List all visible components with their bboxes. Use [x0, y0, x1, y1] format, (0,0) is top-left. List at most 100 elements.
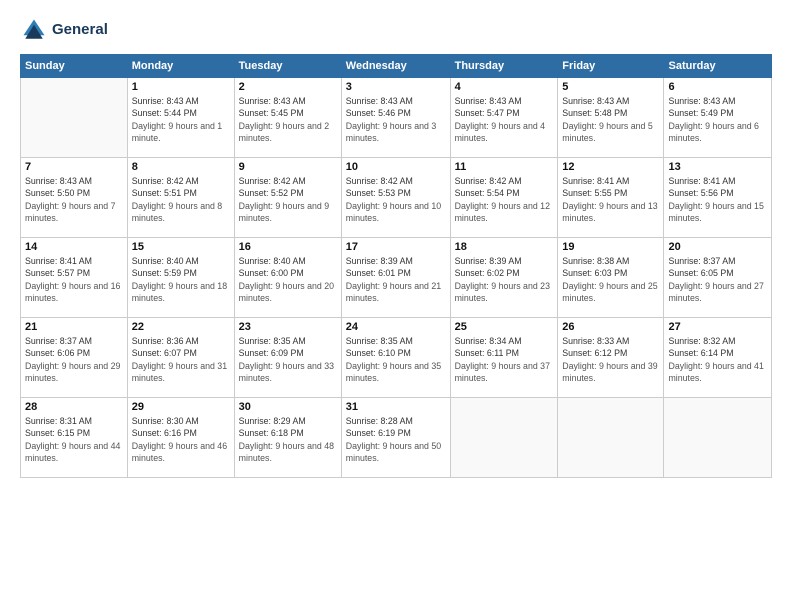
daylight: Daylight: 9 hours and 44 minutes. [25, 441, 120, 463]
day-number: 2 [239, 81, 337, 93]
sunrise: Sunrise: 8:29 AM [239, 416, 306, 426]
daylight: Daylight: 9 hours and 31 minutes. [132, 361, 227, 383]
sunset: Sunset: 5:50 PM [25, 188, 90, 198]
calendar-cell: 19 Sunrise: 8:38 AMSunset: 6:03 PMDayligh… [558, 238, 664, 318]
sunrise: Sunrise: 8:35 AM [346, 336, 413, 346]
day-number: 14 [25, 241, 123, 253]
day-number: 19 [562, 241, 659, 253]
day-info: Sunrise: 8:31 AMSunset: 6:15 PMDaylight:… [25, 415, 123, 464]
day-info: Sunrise: 8:37 AMSunset: 6:05 PMDaylight:… [668, 255, 767, 304]
sunset: Sunset: 5:45 PM [239, 108, 304, 118]
sunrise: Sunrise: 8:34 AM [455, 336, 522, 346]
day-info: Sunrise: 8:43 AMSunset: 5:44 PMDaylight:… [132, 95, 230, 144]
sunrise: Sunrise: 8:30 AM [132, 416, 199, 426]
day-number: 13 [668, 161, 767, 173]
sunset: Sunset: 6:12 PM [562, 348, 627, 358]
day-info: Sunrise: 8:43 AMSunset: 5:50 PMDaylight:… [25, 175, 123, 224]
sunrise: Sunrise: 8:33 AM [562, 336, 629, 346]
day-number: 22 [132, 321, 230, 333]
calendar-cell [558, 398, 664, 478]
weekday-header-wednesday: Wednesday [341, 55, 450, 78]
daylight: Daylight: 9 hours and 5 minutes. [562, 121, 652, 143]
sunrise: Sunrise: 8:32 AM [668, 336, 735, 346]
sunset: Sunset: 6:00 PM [239, 268, 304, 278]
daylight: Daylight: 9 hours and 37 minutes. [455, 361, 550, 383]
logo-icon [20, 16, 48, 44]
daylight: Daylight: 9 hours and 15 minutes. [668, 201, 763, 223]
day-number: 9 [239, 161, 337, 173]
calendar-cell: 21Sunrise: 8:37 AMSunset: 6:06 PMDayligh… [21, 318, 128, 398]
sunset: Sunset: 5:47 PM [455, 108, 520, 118]
day-number: 31 [346, 401, 446, 413]
day-info: Sunrise: 8:42 AMSunset: 5:51 PMDaylight:… [132, 175, 230, 224]
day-info: Sunrise: 8:36 AM Sunset: 6:07 PM Daylight:… [132, 335, 230, 384]
sunset: Sunset: 5:44 PM [132, 108, 197, 118]
daylight: Daylight: 9 hours and 33 minutes. [239, 361, 334, 383]
sunset: Sunset: 5:51 PM [132, 188, 197, 198]
calendar-cell: 1Sunrise: 8:43 AMSunset: 5:44 PMDaylight… [127, 78, 234, 158]
day-info: Sunrise: 8:43 AMSunset: 5:45 PMDaylight:… [239, 95, 337, 144]
day-info: Sunrise: 8:29 AMSunset: 6:18 PMDaylight:… [239, 415, 337, 464]
sunrise: Sunrise: 8:39 AM [346, 256, 413, 266]
daylight: Daylight: 9 hours and 9 minutes. [239, 201, 329, 223]
daylight: Daylight: 9 hours and 10 minutes. [346, 201, 441, 223]
sunrise: Sunrise: 8:40 AM [239, 256, 306, 266]
calendar-cell: 26Sunrise: 8:33 AMSunset: 6:12 PMDayligh… [558, 318, 664, 398]
weekday-header-tuesday: Tuesday [234, 55, 341, 78]
daylight: Daylight: 9 hours and 46 minutes. [132, 441, 227, 463]
weekday-header-sunday: Sunday [21, 55, 128, 78]
sunset: Sunset: 6:07 PM [132, 348, 197, 358]
day-info: Sunrise: 8:42 AMSunset: 5:52 PMDaylight:… [239, 175, 337, 224]
sunrise: Sunrise: 8:31 AM [25, 416, 92, 426]
daylight: Daylight: 9 hours and 1 minute. [132, 121, 222, 143]
day-number: 18 [455, 241, 554, 253]
daylight: Daylight: 9 hours and 39 minutes. [562, 361, 657, 383]
day-number: 7 [25, 161, 123, 173]
day-info: Sunrise: 8:39 AMSunset: 6:01 PMDaylight:… [346, 255, 446, 304]
logo: General [20, 16, 108, 44]
sunrise: Sunrise: 8:43 AM [239, 96, 306, 106]
day-info: Sunrise: 8:30 AM Sunset: 6:16 PM Daylight:… [132, 415, 230, 464]
day-number: 10 [346, 161, 446, 173]
calendar-cell: 18Sunrise: 8:39 AMSunset: 6:02 PMDayligh… [450, 238, 558, 318]
daylight: Daylight: 9 hours and 23 minutes. [455, 281, 550, 303]
calendar-cell: 30 Sunrise: 8:29 AMSunset: 6:18 PMDayligh… [234, 398, 341, 478]
day-number: 15 [132, 241, 230, 253]
day-info: Sunrise: 8:34 AMSunset: 6:11 PMDaylight:… [455, 335, 554, 384]
day-number: 28 [25, 401, 123, 413]
sunrise: Sunrise: 8:36 AM [132, 336, 199, 346]
calendar-cell: 16Sunrise: 8:40 AMSunset: 6:00 PMDayligh… [234, 238, 341, 318]
calendar-cell: 20Sunrise: 8:37 AMSunset: 6:05 PMDayligh… [664, 238, 772, 318]
sunrise: Sunrise: 8:42 AM [346, 176, 413, 186]
calendar-cell: 11Sunrise: 8:42 AMSunset: 5:54 PMDayligh… [450, 158, 558, 238]
sunset: Sunset: 6:03 PM [562, 268, 627, 278]
sunrise: Sunrise: 8:37 AM [668, 256, 735, 266]
calendar-cell: 29Sunrise: 8:30 AMSunset: 6:16 PMDayligh… [127, 398, 234, 478]
day-info: Sunrise: 8:38 AMSunset: 6:03 PMDaylight:… [562, 255, 659, 304]
calendar-cell: 31Sunrise: 8:28 AMSunset: 6:19 PMDayligh… [341, 398, 450, 478]
day-number: 5 [562, 81, 659, 93]
day-number: 30 [239, 401, 337, 413]
page: General SundayMondayTuesdayWednesdayThur… [0, 0, 792, 488]
sunrise: Sunrise: 8:41 AM [668, 176, 735, 186]
day-info: Sunrise: 8:41 AMSunset: 5:55 PMDaylight:… [562, 175, 659, 224]
day-info: Sunrise: 8:40 AMSunset: 6:00 PMDaylight:… [239, 255, 337, 304]
day-number: 17 [346, 241, 446, 253]
sunset: Sunset: 5:53 PM [346, 188, 411, 198]
sunset: Sunset: 6:10 PM [346, 348, 411, 358]
sunset: Sunset: 6:16 PM [132, 428, 197, 438]
weekday-header-thursday: Thursday [450, 55, 558, 78]
sunrise: Sunrise: 8:35 AM [239, 336, 306, 346]
weekday-header-friday: Friday [558, 55, 664, 78]
calendar-cell: 15Sunrise: 8:40 AMSunset: 5:59 PMDayligh… [127, 238, 234, 318]
sunset: Sunset: 6:19 PM [346, 428, 411, 438]
day-number: 24 [346, 321, 446, 333]
day-info: Sunrise: 8:43 AMSunset: 5:49 PMDaylight:… [668, 95, 767, 144]
calendar-cell: 23Sunrise: 8:35 AMSunset: 6:09 PMDayligh… [234, 318, 341, 398]
sunset: Sunset: 6:01 PM [346, 268, 411, 278]
sunrise: Sunrise: 8:39 AM [455, 256, 522, 266]
calendar-cell: 25Sunrise: 8:34 AMSunset: 6:11 PMDayligh… [450, 318, 558, 398]
week-row-2: 7 Sunrise: 8:43 AMSunset: 5:50 PMDaylight… [21, 158, 772, 238]
sunrise: Sunrise: 8:43 AM [562, 96, 629, 106]
day-number: 23 [239, 321, 337, 333]
